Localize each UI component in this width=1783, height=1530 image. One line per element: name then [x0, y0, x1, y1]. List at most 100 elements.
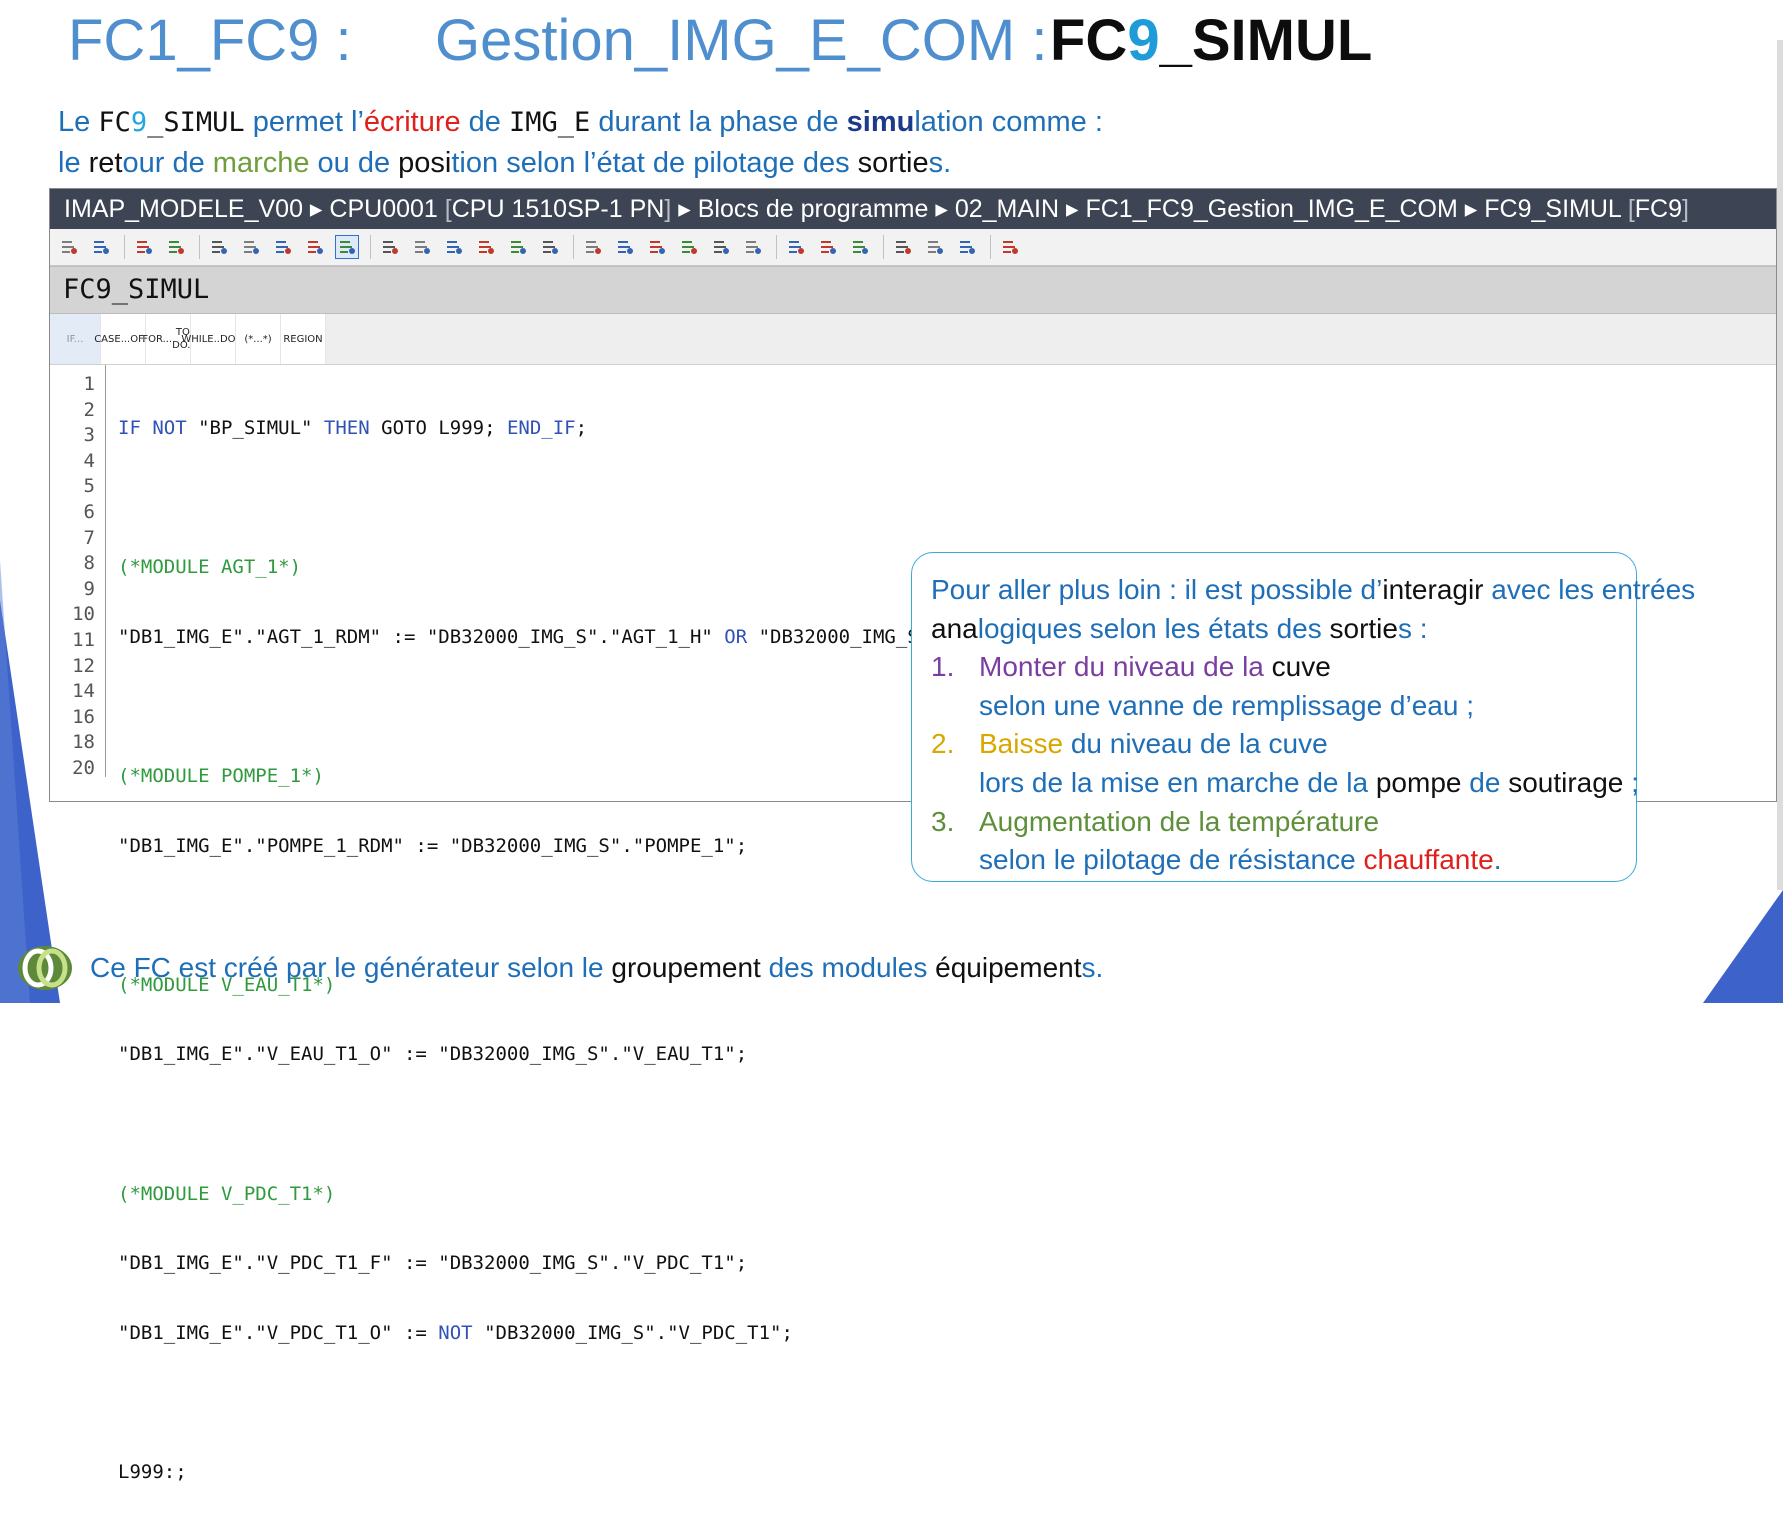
database-icon[interactable]: [999, 236, 1021, 258]
toolbar-separator: [776, 235, 777, 259]
callout-item-3: 3. Augmentation de la température: [931, 803, 1636, 842]
intro-text-part: sortie: [857, 147, 929, 179]
indent-right-icon[interactable]: [614, 236, 636, 258]
code-line[interactable]: "DB1_IMG_E"."V_PDC_T1_O" := NOT "DB32000…: [118, 1321, 1067, 1347]
callout-text: ana: [931, 612, 978, 644]
callout-text: soutirage: [1508, 766, 1624, 798]
breadcrumb-part[interactable]: CPU 1510SP-1 PN: [452, 195, 665, 223]
keyword-button[interactable]: REGION: [281, 314, 326, 364]
breakpoint-remove-icon[interactable]: [411, 236, 433, 258]
code-line[interactable]: (*MODULE V_PDC_T1*): [118, 1182, 1067, 1208]
intro-text-part: FC: [98, 107, 131, 138]
export-icon[interactable]: [272, 236, 294, 258]
toolbar-separator: [370, 235, 371, 259]
footer-text: équipement: [935, 952, 1082, 983]
callout-text: selon le pilotage de résistance: [979, 844, 1364, 876]
intro-line-2: le retour de marche ou de position selon…: [58, 143, 1103, 183]
toolbar-separator: [883, 235, 884, 259]
keyword-label: REGION: [283, 333, 323, 345]
intro-text-part: écriture: [363, 106, 461, 138]
intro-text-part: 9: [130, 107, 148, 138]
compare-icon[interactable]: [507, 236, 529, 258]
intro-text-part: durant la phase de: [590, 106, 847, 138]
breadcrumb-part[interactable]: FC9: [1635, 195, 1682, 223]
intro-text-part: le: [58, 147, 89, 179]
insert-network-icon[interactable]: [58, 236, 80, 258]
code-line[interactable]: L999:;: [118, 1460, 1067, 1486]
intro-text-part: de: [460, 106, 509, 138]
title-right-suffix: _SIMUL: [1159, 8, 1373, 73]
callout-text: s :: [1397, 612, 1428, 644]
flag-icon[interactable]: [785, 236, 807, 258]
monitor-on-icon[interactable]: [924, 236, 946, 258]
list-icon[interactable]: [240, 236, 262, 258]
keyword-toolbar: IF... CASE... OF... FOR... TO DO.. WHILE.. DO.…: [50, 314, 1776, 365]
line-number: 11: [72, 628, 95, 651]
code-line[interactable]: [118, 903, 1067, 929]
breakpoint-icon[interactable]: [379, 236, 401, 258]
callout-item-1-detail: selon une vanne de remplissage d’eau ;: [979, 689, 1475, 721]
code-token: "DB32000_IMG_S"."V_PDC_T1";: [472, 1321, 793, 1344]
watch-icon[interactable]: [443, 236, 465, 258]
insert-row-icon[interactable]: [133, 236, 155, 258]
undo-icon[interactable]: [817, 236, 839, 258]
align-icon[interactable]: [678, 236, 700, 258]
keyword-token: IF NOT: [118, 417, 187, 439]
callout-text: du niveau de la cuve: [1063, 728, 1328, 760]
keyword-label: CASE...: [94, 333, 131, 345]
code-line[interactable]: IF NOT "BP_SIMUL" THEN GOTO L999; END_IF…: [118, 416, 1067, 442]
outdent-icon[interactable]: [646, 236, 668, 258]
keyword-button[interactable]: (*...*): [236, 314, 281, 364]
download-icon[interactable]: [539, 236, 561, 258]
code-line[interactable]: "DB1_IMG_E"."V_PDC_T1_F" := "DB32000_IMG…: [118, 1251, 1067, 1277]
keyword-token: THEN: [323, 417, 370, 439]
keyword-token: END_IF: [506, 417, 576, 439]
delete-network-icon[interactable]: [90, 236, 112, 258]
callout-text: pompe: [1375, 766, 1462, 798]
next-bookmark-icon[interactable]: [742, 236, 764, 258]
keyword-button[interactable]: CASE... OF...: [94, 314, 152, 364]
code-line[interactable]: [118, 1390, 1067, 1416]
breadcrumb-part[interactable]: IMAP_MODELE_V00 ▸ CPU0001: [64, 195, 445, 223]
bookmark-icon[interactable]: [710, 236, 732, 258]
callout-item-1: 1. Monter du niveau de la cuve: [931, 648, 1636, 687]
breadcrumb: IMAP_MODELE_V00 ▸ CPU0001 [CPU 1510SP-1 …: [50, 189, 1776, 229]
line-number: 8: [83, 552, 95, 575]
go-to-icon[interactable]: [165, 236, 187, 258]
keyword-label: WHILE..: [181, 333, 220, 345]
intro-text-part: lation comme :: [914, 106, 1103, 138]
indent-left-icon[interactable]: [582, 236, 604, 258]
breadcrumb-bracket: [: [444, 195, 452, 223]
code-line[interactable]: "DB1_IMG_E"."V_EAU_T1_O" := "DB32000_IMG…: [118, 1042, 1067, 1068]
block-name-header: FC9_SIMUL: [50, 266, 1776, 314]
intro-text: Le FC9_SIMUL permet l’écriture de IMG_E …: [58, 102, 1103, 183]
code-line[interactable]: [118, 1112, 1067, 1138]
force-icon[interactable]: [475, 236, 497, 258]
intro-text-part: posi: [398, 147, 452, 179]
breadcrumb-part[interactable]: ▸ Blocs de programme ▸ 02_MAIN ▸ FC1_FC9…: [671, 195, 1628, 223]
callout-text: .: [1493, 844, 1502, 876]
footer-text: groupement: [611, 952, 761, 983]
list-number: 1.: [931, 651, 955, 683]
link-icon[interactable]: [892, 236, 914, 258]
line-number: 10: [72, 603, 95, 626]
monitor-icon[interactable]: [208, 236, 230, 258]
rings-logo-icon: [18, 946, 72, 990]
intro-text-part: ou de: [309, 147, 399, 179]
keyword-button[interactable]: WHILE.. DO...: [181, 314, 245, 364]
intro-text-part: s.: [928, 147, 952, 179]
code-line[interactable]: [118, 486, 1067, 512]
callout-text: avec les entrées: [1483, 574, 1696, 605]
code-token: "DB1_IMG_E"."AGT_1_RDM" := "DB32000_IMG_…: [118, 625, 725, 648]
line-number: 1: [83, 373, 95, 395]
line-number: 3: [83, 424, 95, 447]
keyword-label: FOR...: [142, 333, 173, 345]
callout-box: Pour aller plus loin : il est possible d…: [911, 552, 1695, 882]
toolbar-separator: [990, 235, 991, 259]
footer-text: s.: [1081, 952, 1104, 983]
redo-icon[interactable]: [849, 236, 871, 258]
highlight-icon[interactable]: [335, 235, 359, 259]
intro-text-part: IMG_E: [509, 107, 591, 138]
save-download-icon[interactable]: [304, 236, 326, 258]
monitor-off-icon[interactable]: [956, 236, 978, 258]
